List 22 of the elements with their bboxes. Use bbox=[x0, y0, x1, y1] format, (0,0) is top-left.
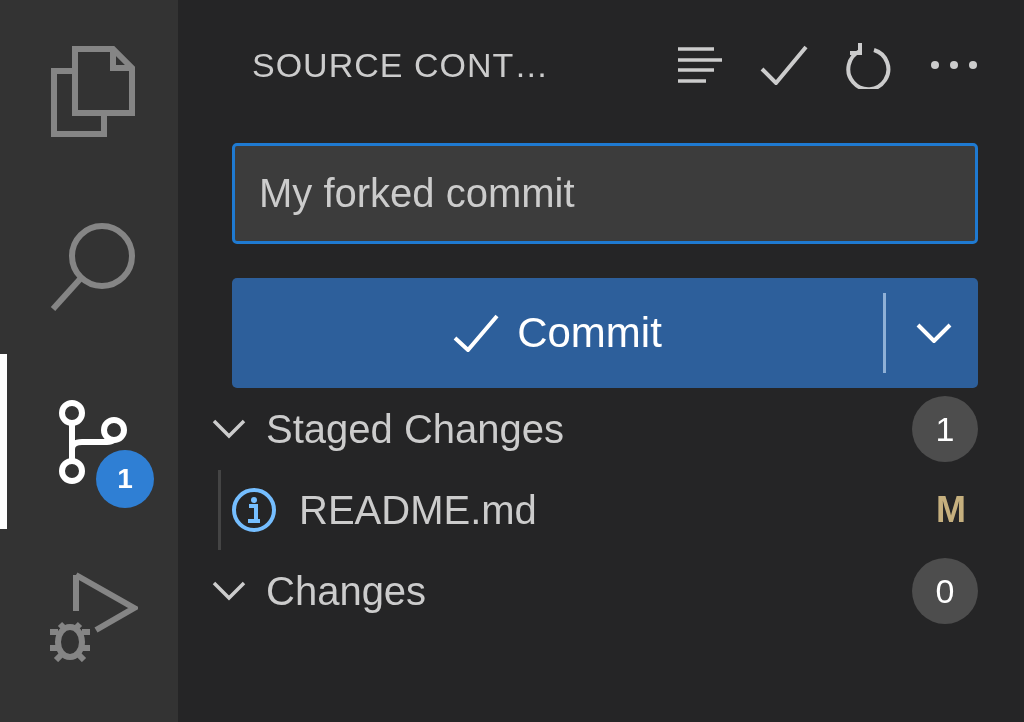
checkmark-icon[interactable] bbox=[760, 45, 808, 85]
checkmark-icon bbox=[453, 314, 500, 352]
files-icon bbox=[50, 45, 135, 138]
group-header[interactable]: Staged Changes 1 bbox=[212, 388, 978, 470]
more-icon[interactable] bbox=[930, 60, 978, 70]
file-item[interactable]: README.md M bbox=[218, 470, 978, 550]
refresh-icon[interactable] bbox=[846, 41, 892, 89]
group-label: Staged Changes bbox=[266, 406, 565, 452]
commit-message-field[interactable]: My forked commit bbox=[232, 143, 978, 244]
tree-view-icon[interactable] bbox=[676, 46, 722, 84]
search-icon bbox=[49, 221, 136, 312]
sidebar-title: SOURCE CONT… bbox=[252, 45, 550, 85]
group-header[interactable]: Changes 0 bbox=[212, 550, 978, 632]
run-debug-icon bbox=[47, 571, 138, 662]
commit-button[interactable]: Commit bbox=[232, 278, 978, 388]
count-badge: 0 bbox=[912, 558, 978, 624]
info-icon bbox=[231, 487, 277, 533]
status-letter: M bbox=[936, 489, 967, 531]
count-badge: 1 bbox=[912, 396, 978, 462]
count-badge: 1 bbox=[96, 450, 154, 508]
group-label: Changes bbox=[266, 568, 428, 614]
chevron-down-icon[interactable] bbox=[916, 323, 952, 343]
